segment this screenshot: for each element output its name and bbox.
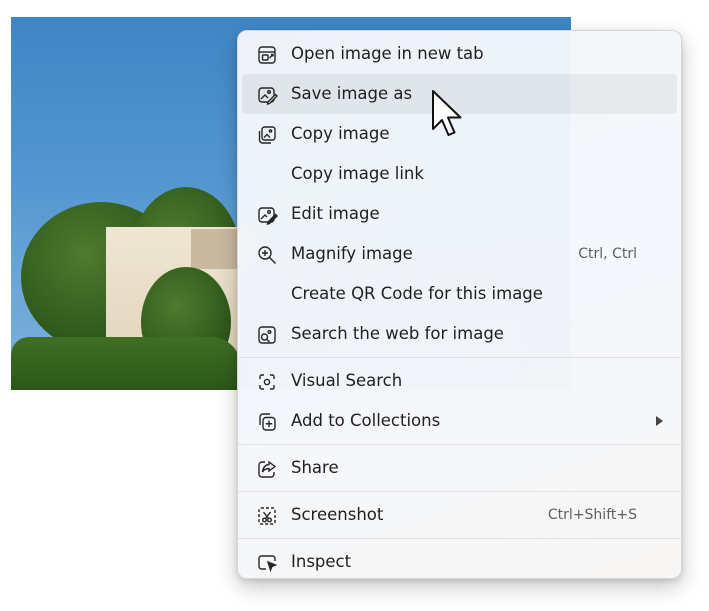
menu-item-label: Copy image — [291, 124, 390, 143]
edit-image-icon — [256, 204, 278, 226]
menu-item-label: Copy image link — [291, 164, 424, 183]
menu-item-shortcut: Ctrl+Shift+S — [547, 507, 637, 523]
menu-separator — [238, 491, 681, 492]
menu-item-label: Screenshot — [291, 505, 384, 524]
submenu-arrow-icon — [656, 416, 663, 426]
menu-item-label: Magnify image — [291, 244, 413, 263]
magnify-icon — [256, 244, 278, 266]
add-to-collections-icon — [256, 411, 278, 433]
menu-item-label: Search the web for image — [291, 324, 504, 343]
page: Open image in new tab Save image as Copy… — [0, 0, 709, 611]
menu-item-label: Add to Collections — [291, 411, 441, 430]
menu-item-label: Inspect — [291, 552, 352, 571]
menu-item-open-image-new-tab[interactable]: Open image in new tab — [242, 34, 677, 74]
copy-image-icon — [256, 124, 278, 146]
menu-item-label: Create QR Code for this image — [291, 284, 543, 303]
menu-item-screenshot[interactable]: Screenshot Ctrl+Shift+S — [242, 495, 677, 535]
menu-item-label: Visual Search — [291, 371, 403, 390]
menu-item-search-web-for-image[interactable]: Search the web for image — [242, 314, 677, 354]
menu-item-visual-search[interactable]: Visual Search — [242, 361, 677, 401]
menu-separator — [238, 357, 681, 358]
menu-item-share[interactable]: Share — [242, 448, 677, 488]
mouse-cursor-icon — [432, 90, 462, 136]
inspect-icon — [256, 552, 278, 574]
menu-separator — [238, 538, 681, 539]
photo-hedge — [11, 337, 241, 390]
share-icon — [256, 458, 278, 480]
menu-separator — [238, 444, 681, 445]
menu-item-label: Edit image — [291, 204, 380, 223]
menu-item-create-qr-code[interactable]: Create QR Code for this image — [242, 274, 677, 314]
menu-item-magnify-image[interactable]: Magnify image Ctrl, Ctrl — [242, 234, 677, 274]
menu-item-inspect[interactable]: Inspect — [242, 542, 677, 582]
menu-item-shortcut: Ctrl, Ctrl — [578, 246, 637, 262]
menu-item-add-to-collections[interactable]: Add to Collections — [242, 401, 677, 441]
menu-item-label: Open image in new tab — [291, 44, 484, 63]
open-in-new-tab-icon — [256, 44, 278, 66]
menu-item-copy-image-link[interactable]: Copy image link — [242, 154, 677, 194]
menu-item-label: Share — [291, 458, 339, 477]
screenshot-icon — [256, 505, 278, 527]
save-image-icon — [256, 84, 278, 106]
visual-search-icon — [256, 371, 278, 393]
search-web-image-icon — [256, 324, 278, 346]
menu-item-label: Save image as — [291, 84, 413, 103]
menu-item-edit-image[interactable]: Edit image — [242, 194, 677, 234]
